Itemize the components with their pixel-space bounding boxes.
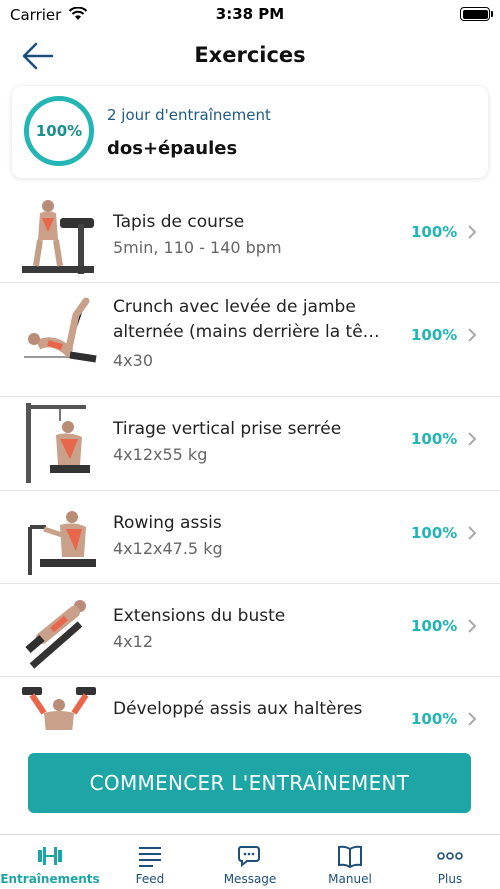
exercise-percent: 100%: [411, 524, 458, 542]
dumbbell-icon: [38, 847, 62, 865]
chevron-right-icon: [468, 526, 477, 540]
exercise-detail: 4x12: [113, 632, 154, 651]
workout-day-label: 2 jour d'entraînement: [107, 106, 271, 124]
chevron-right-icon: [468, 225, 477, 239]
seated-row-illustration: [28, 511, 96, 575]
tab-label: Entraînements: [0, 872, 100, 886]
dumbbell-press-illustration: [22, 687, 96, 730]
tab-more[interactable]: Plus: [400, 835, 500, 889]
clock: 3:38 PM: [215, 5, 285, 23]
tab-workouts[interactable]: Entraînements: [0, 835, 100, 889]
chevron-right-icon: [468, 432, 477, 446]
chevron-right-icon: [468, 328, 477, 342]
workout-name: dos+épaules: [107, 138, 238, 159]
progress-ring: 100%: [24, 96, 94, 166]
chevron-right-icon: [468, 712, 477, 726]
exercise-row-back-extension[interactable]: Extensions du buste 4x12 100%: [0, 584, 500, 677]
tab-label: Manuel: [328, 872, 372, 886]
exercise-name: Rowing assis: [113, 513, 222, 533]
exercise-percent: 100%: [411, 617, 458, 635]
status-bar: Carrier 3:38 PM: [0, 0, 500, 30]
exercise-detail: 4x30: [113, 351, 154, 370]
back-extension-illustration: [25, 600, 86, 669]
exercise-detail: 5min, 110 - 140 bpm: [113, 238, 282, 257]
feed-icon: [139, 847, 161, 867]
exercise-list: Tapis de course 5min, 110 - 140 bpm 100%…: [0, 190, 500, 730]
exercise-name: Crunch avec levée de jambe alternée (mai…: [113, 297, 380, 342]
more-icon: [437, 852, 463, 860]
tab-feed[interactable]: Feed: [100, 835, 200, 889]
tab-bar: Entraînements Feed Message Manuel Plus: [0, 834, 500, 889]
exercise-percent: 100%: [411, 430, 458, 448]
exercise-row-lat-pulldown[interactable]: Tirage vertical prise serrée 4x12x55 kg …: [0, 397, 500, 491]
battery-icon: [460, 7, 493, 21]
tab-label: Feed: [135, 872, 165, 886]
crunch-illustration: [24, 297, 97, 363]
exercise-row-dumbbell-press[interactable]: Développé assis aux haltères 100%: [0, 677, 500, 730]
exercise-detail: 4x12x55 kg: [113, 445, 208, 464]
exercise-name: Extensions du buste: [113, 606, 286, 626]
exercise-name: Développé assis aux haltères: [113, 699, 363, 719]
exercise-row-treadmill[interactable]: Tapis de course 5min, 110 - 140 bpm 100%: [0, 190, 500, 283]
exercise-row-crunch[interactable]: Crunch avec levée de jambe alternée (mai…: [0, 283, 500, 397]
exercise-detail: 4x12x47.5 kg: [113, 539, 223, 558]
exercise-percent: 100%: [411, 326, 458, 344]
chevron-right-icon: [468, 619, 477, 633]
exercise-name: Tapis de course: [113, 212, 245, 232]
tab-message[interactable]: Message: [200, 835, 300, 889]
message-icon: [238, 846, 260, 868]
start-workout-button[interactable]: COMMENCER L'ENTRAÎNEMENT: [28, 753, 471, 813]
tab-manual[interactable]: Manuel: [300, 835, 400, 889]
exercise-name: Tirage vertical prise serrée: [113, 419, 342, 439]
tab-label: Message: [223, 872, 277, 886]
nav-bar: Exercices: [0, 30, 500, 82]
exercise-percent: 100%: [411, 710, 458, 728]
book-icon: [338, 845, 362, 869]
tab-label: Plus: [437, 872, 463, 886]
page-title: Exercices: [194, 43, 306, 67]
workout-summary-card: 100% 2 jour d'entraînement dos+épaules: [12, 86, 488, 178]
exercise-row-seated-row[interactable]: Rowing assis 4x12x47.5 kg 100%: [0, 491, 500, 584]
treadmill-illustration: [22, 200, 94, 274]
exercise-percent: 100%: [411, 223, 458, 241]
lat-pulldown-illustration: [26, 403, 90, 483]
